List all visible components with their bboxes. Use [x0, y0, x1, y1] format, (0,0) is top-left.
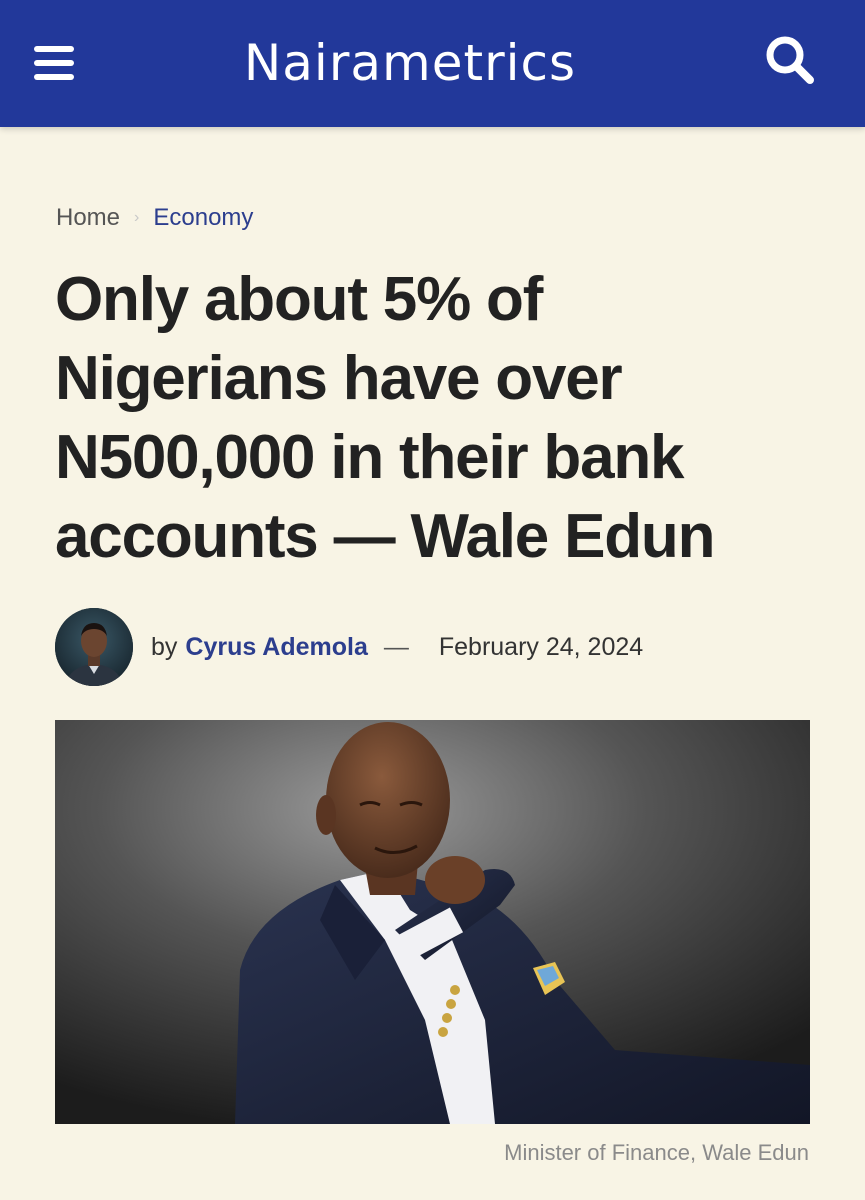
breadcrumb: Home › Economy — [56, 198, 253, 238]
image-caption: Minister of Finance, Wale Edun — [504, 1140, 809, 1165]
article-byline: by Cyrus Ademola — February 24, 2024 — [55, 608, 643, 686]
author-link[interactable]: Cyrus Ademola — [185, 633, 367, 662]
site-logo[interactable]: Nairametrics — [110, 24, 710, 102]
breadcrumb-home-link[interactable]: Home — [56, 204, 120, 232]
byline-prefix: by — [151, 632, 178, 661]
article-featured-image — [55, 720, 810, 1124]
breadcrumb-category-link[interactable]: Economy — [153, 204, 253, 232]
publish-date: February 24, 2024 — [438, 632, 644, 661]
article-title: Only about 5% of Nigerians have over N50… — [55, 265, 715, 571]
site-header: Nairametrics — [0, 0, 865, 127]
author-avatar[interactable] — [55, 608, 133, 686]
search-icon[interactable] — [758, 28, 820, 90]
breadcrumb-chevron-icon: › — [134, 209, 140, 226]
hamburger-menu-icon[interactable] — [28, 40, 78, 86]
byline-separator: — — [383, 632, 409, 661]
